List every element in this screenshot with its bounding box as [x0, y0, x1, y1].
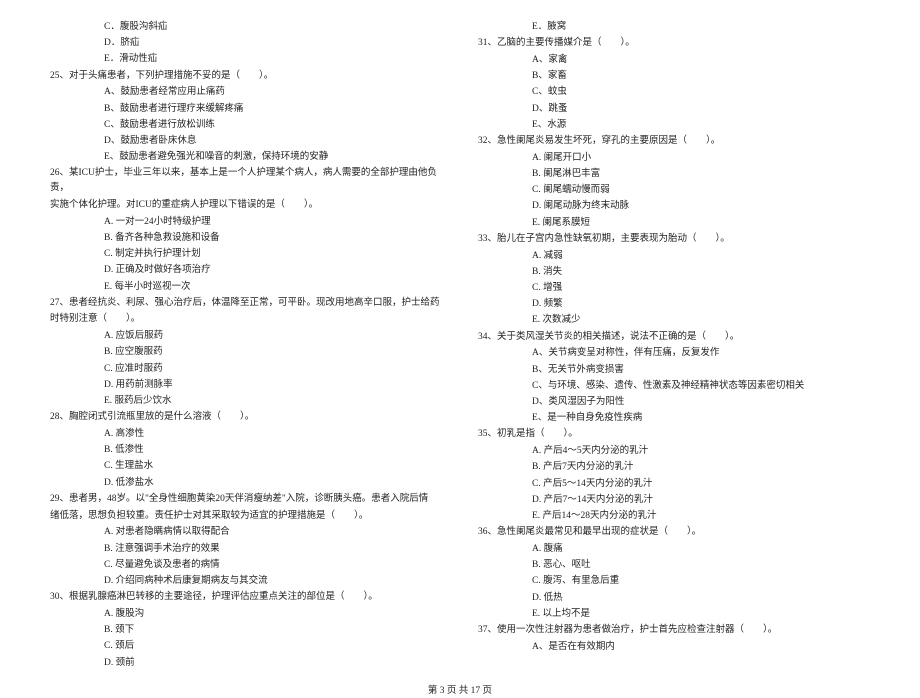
question-31: 31、乙脑的主要传播媒介是（ ）。	[478, 36, 870, 51]
option: C. 生理盐水	[50, 459, 442, 474]
question-29-line2: 绪低落，思想负担较重。责任护士对其采取较为适宜的护理措施是（ ）。	[50, 509, 442, 524]
question-36: 36、急性阑尾炎最常见和最早出现的症状是（ ）。	[478, 525, 870, 540]
option: D. 正确及时做好各项治疗	[50, 263, 442, 278]
question-30: 30、根据乳腺癌淋巴转移的主要途径，护理评估应重点关注的部位是（ ）。	[50, 590, 442, 605]
option: E、是一种自身免疫性疾病	[478, 411, 870, 426]
option: E、水源	[478, 118, 870, 133]
option: D. 颈前	[50, 656, 442, 671]
option: E. 以上均不是	[478, 607, 870, 622]
option: A. 应饭后服药	[50, 329, 442, 344]
option: E. 次数减少	[478, 313, 870, 328]
question-33: 33、胎儿在子宫内急性缺氧初期，主要表现为胎动（ ）。	[478, 232, 870, 247]
option: B. 备齐各种急救设施和设备	[50, 231, 442, 246]
option: C. 腹泻、有里急后重	[478, 574, 870, 589]
question-25: 25、对于头痛患者，下列护理措施不妥的是（ ）。	[50, 69, 442, 84]
option: A、是否在有效期内	[478, 640, 870, 655]
pre-option: C．腹股沟斜疝	[50, 20, 442, 35]
option: B. 颈下	[50, 623, 442, 638]
option: A. 腹痛	[478, 542, 870, 557]
option: C. 阑尾蠕动慢而弱	[478, 183, 870, 198]
option: E. 产后14～28天内分泌的乳汁	[478, 509, 870, 524]
pre-option: E．腋窝	[478, 20, 870, 35]
option: A. 对患者隐瞒病情以取得配合	[50, 525, 442, 540]
pre-option: D．脐疝	[50, 36, 442, 51]
option: D、跳蚤	[478, 102, 870, 117]
option: E、鼓励患者避免强光和噪音的刺激，保持环境的安静	[50, 150, 442, 165]
question-27-line2: 时特别注意（ ）。	[50, 312, 442, 327]
left-column: C．腹股沟斜疝 D．脐疝 E．滑动性疝 25、对于头痛患者，下列护理措施不妥的是…	[50, 20, 460, 672]
option: C. 制定并执行护理计划	[50, 247, 442, 262]
option: B. 消失	[478, 265, 870, 280]
option: A、家禽	[478, 53, 870, 68]
option: D. 用药前测脉率	[50, 378, 442, 393]
option: C. 尽量避免谈及患者的病情	[50, 558, 442, 573]
page-container: C．腹股沟斜疝 D．脐疝 E．滑动性疝 25、对于头痛患者，下列护理措施不妥的是…	[0, 20, 920, 672]
question-32: 32、急性阑尾炎易发生坏死，穿孔的主要原因是（ ）。	[478, 134, 870, 149]
option: E. 服药后少饮水	[50, 394, 442, 409]
right-column: E．腋窝 31、乙脑的主要传播媒介是（ ）。 A、家禽 B、家畜 C、蚊虫 D、…	[460, 20, 870, 672]
page-footer: 第 3 页 共 17 页	[0, 684, 920, 698]
option: B. 产后7天内分泌的乳汁	[478, 460, 870, 475]
question-34: 34、关于类风湿关节炎的相关描述，说法不正确的是（ ）。	[478, 330, 870, 345]
question-26-line2: 实施个体化护理。对ICU的重症病人护理以下错误的是（ ）。	[50, 198, 442, 213]
question-27-line1: 27、患者经抗炎、利尿、强心治疗后，体温降至正常，可平卧。现改用地高辛口服，护士…	[50, 296, 442, 311]
option: B. 阑尾淋巴丰富	[478, 167, 870, 182]
question-35: 35、初乳是指（ ）。	[478, 427, 870, 442]
option: A. 一对一24小时特级护理	[50, 215, 442, 230]
option: C. 应准时服药	[50, 362, 442, 377]
option: A、鼓励患者经常应用止痛药	[50, 85, 442, 100]
option: A、关节病变呈对称性，伴有压痛，反复发作	[478, 346, 870, 361]
option: D. 产后7～14天内分泌的乳汁	[478, 493, 870, 508]
question-29-line1: 29、患者男，48岁。以"全身性细胞黄染20天伴消瘦纳差"入院，诊断胰头癌。患者…	[50, 492, 442, 507]
option: B、无关节外病变损害	[478, 363, 870, 378]
question-26-line1: 26、某ICU护士，毕业三年以来，基本上是一个人护理某个病人，病人需要的全部护理…	[50, 166, 442, 195]
option: A. 阑尾开口小	[478, 151, 870, 166]
option: D. 低渗盐水	[50, 476, 442, 491]
option: A. 腹股沟	[50, 607, 442, 622]
option: C. 颈后	[50, 639, 442, 654]
question-37: 37、使用一次性注射器为患者做治疗，护士首先应检查注射器（ ）。	[478, 623, 870, 638]
option: D、类风湿因子为阳性	[478, 395, 870, 410]
option: D、鼓励患者卧床休息	[50, 134, 442, 149]
option: D. 低热	[478, 591, 870, 606]
option: C. 产后5～14天内分泌的乳汁	[478, 477, 870, 492]
option: C、与环境、感染、遗传、性激素及神经精神状态等因素密切相关	[478, 379, 870, 394]
option: A. 减弱	[478, 249, 870, 264]
option: B. 注意强调手术治疗的效果	[50, 542, 442, 557]
option: A. 高渗性	[50, 427, 442, 442]
option: D. 频繁	[478, 297, 870, 312]
option: B. 应空腹服药	[50, 345, 442, 360]
option: E. 阑尾系膜短	[478, 216, 870, 231]
question-28: 28、胸腔闭式引流瓶里放的是什么溶液（ ）。	[50, 410, 442, 425]
pre-option: E．滑动性疝	[50, 52, 442, 67]
option: C、蚊虫	[478, 85, 870, 100]
option: D. 介绍同病种术后康复期病友与其交流	[50, 574, 442, 589]
option: B. 低渗性	[50, 443, 442, 458]
option: B、鼓励患者进行理疗来缓解疼痛	[50, 102, 442, 117]
option: B. 恶心、呕吐	[478, 558, 870, 573]
option: A. 产后4～5天内分泌的乳汁	[478, 444, 870, 459]
option: E. 每半小时巡视一次	[50, 280, 442, 295]
option: C、鼓励患者进行放松训练	[50, 118, 442, 133]
option: D. 阑尾动脉为终末动脉	[478, 199, 870, 214]
option: B、家畜	[478, 69, 870, 84]
option: C. 增强	[478, 281, 870, 296]
